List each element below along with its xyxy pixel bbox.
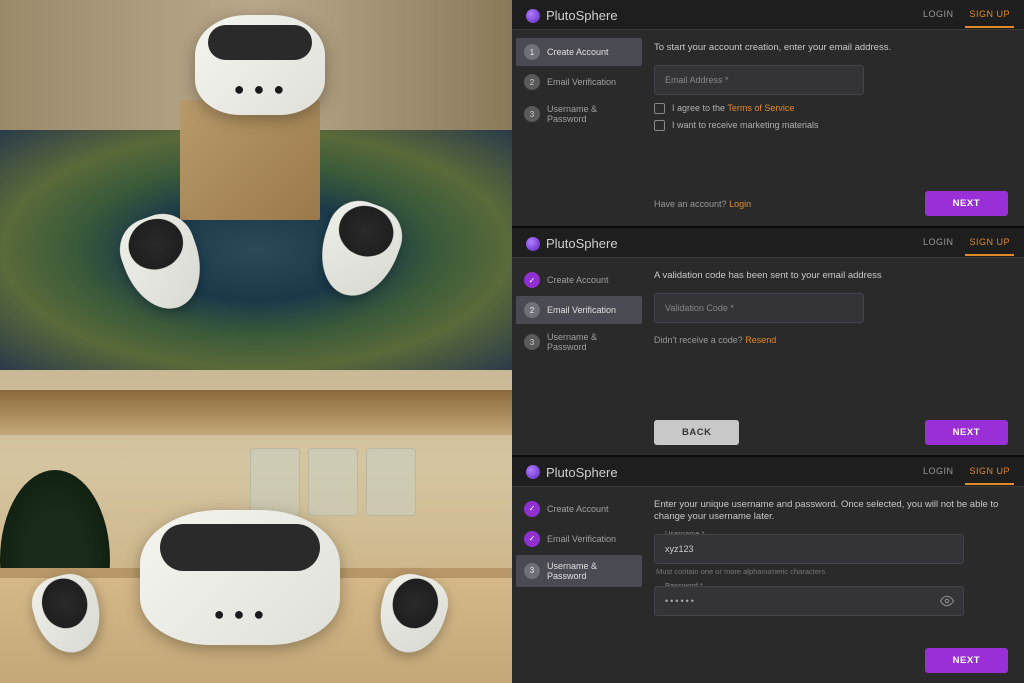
next-button[interactable]: NEXT [925, 191, 1008, 216]
next-button[interactable]: NEXT [925, 648, 1008, 673]
app-header: PlutoSphere LOGIN SIGN UP [512, 457, 1024, 487]
step-label: Username & Password [547, 332, 634, 352]
next-button[interactable]: NEXT [925, 420, 1008, 445]
marketing-label: I want to receive marketing materials [672, 120, 819, 130]
photo-headset-on-box [0, 0, 512, 370]
signup-link[interactable]: SIGN UP [969, 237, 1010, 250]
panel-create-account: PlutoSphere LOGIN SIGN UP 1 Create Accou… [512, 0, 1024, 226]
have-account-text: Have an account? [654, 199, 729, 209]
signup-flow-screenshots: PlutoSphere LOGIN SIGN UP 1 Create Accou… [512, 0, 1024, 683]
brand: PlutoSphere [526, 236, 618, 251]
back-button[interactable]: BACK [654, 420, 739, 445]
brand-icon [526, 465, 540, 479]
login-link[interactable]: LOGIN [923, 9, 954, 22]
step-label: Create Account [547, 275, 609, 285]
step-badge-1: 1 [524, 44, 540, 60]
stepper: 1 Create Account 2 Email Verification 3 … [512, 30, 642, 226]
step-badge-1-done [524, 501, 540, 517]
username-helper: Must contain one or more alphanumeric ch… [656, 567, 1008, 576]
login-link[interactable]: LOGIN [923, 237, 954, 250]
resend-link[interactable]: Resend [745, 335, 776, 345]
brand-name: PlutoSphere [546, 8, 618, 23]
toggle-password-visibility-icon[interactable] [940, 594, 954, 608]
terms-of-service-link[interactable]: Terms of Service [727, 103, 794, 113]
step-create-account[interactable]: Create Account [516, 495, 642, 523]
brand-icon [526, 237, 540, 251]
step-badge-3: 3 [524, 334, 540, 350]
step-create-account[interactable]: Create Account [516, 266, 642, 294]
instruction-text: Enter your unique username and password.… [654, 499, 1008, 525]
step-label: Email Verification [547, 77, 616, 87]
step-email-verification[interactable]: 2 Email Verification [516, 296, 642, 324]
step-email-verification: 2 Email Verification [516, 68, 642, 96]
step-label: Username & Password [547, 561, 634, 581]
step-badge-2: 2 [524, 74, 540, 90]
step-label: Username & Password [547, 104, 634, 124]
step-badge-2: 2 [524, 302, 540, 318]
step-badge-3: 3 [524, 563, 540, 579]
step-label: Create Account [547, 504, 609, 514]
password-input[interactable]: •••••• [654, 586, 964, 616]
product-photos [0, 0, 512, 683]
app-header: PlutoSphere LOGIN SIGN UP [512, 228, 1024, 258]
brand: PlutoSphere [526, 465, 618, 480]
stepper: Create Account 2 Email Verification 3 Us… [512, 258, 642, 454]
brand: PlutoSphere [526, 8, 618, 23]
panel-username-password: PlutoSphere LOGIN SIGN UP Create Account… [512, 457, 1024, 683]
username-input[interactable]: xyz123 [654, 534, 964, 564]
brand-name: PlutoSphere [546, 236, 618, 251]
step-badge-2-done [524, 531, 540, 547]
step-label: Create Account [547, 47, 609, 57]
marketing-checkbox[interactable] [654, 120, 665, 131]
brand-icon [526, 9, 540, 23]
signup-link[interactable]: SIGN UP [969, 466, 1010, 479]
step-badge-1-done [524, 272, 540, 288]
stepper: Create Account Email Verification 3 User… [512, 487, 642, 683]
login-link[interactable]: LOGIN [923, 466, 954, 479]
step-email-verification[interactable]: Email Verification [516, 525, 642, 553]
login-inline-link[interactable]: Login [729, 199, 751, 209]
step-label: Email Verification [547, 305, 616, 315]
step-username-password[interactable]: 3 Username & Password [516, 555, 642, 587]
panel-email-verification: PlutoSphere LOGIN SIGN UP Create Account… [512, 228, 1024, 454]
terms-prefix: I agree to the [672, 103, 727, 113]
photo-headset-on-shelf [0, 370, 512, 683]
step-create-account[interactable]: 1 Create Account [516, 38, 642, 66]
instruction-text: A validation code has been sent to your … [654, 270, 1008, 283]
step-username-password: 3 Username & Password [516, 326, 642, 358]
signup-link[interactable]: SIGN UP [969, 9, 1010, 22]
email-input[interactable]: Email Address * [654, 65, 864, 95]
terms-checkbox[interactable] [654, 103, 665, 114]
step-username-password: 3 Username & Password [516, 98, 642, 130]
didnt-receive-text: Didn't receive a code? [654, 335, 745, 345]
instruction-text: To start your account creation, enter yo… [654, 42, 1008, 55]
validation-code-input[interactable]: Validation Code * [654, 293, 864, 323]
brand-name: PlutoSphere [546, 465, 618, 480]
app-header: PlutoSphere LOGIN SIGN UP [512, 0, 1024, 30]
step-label: Email Verification [547, 534, 616, 544]
step-badge-3: 3 [524, 106, 540, 122]
